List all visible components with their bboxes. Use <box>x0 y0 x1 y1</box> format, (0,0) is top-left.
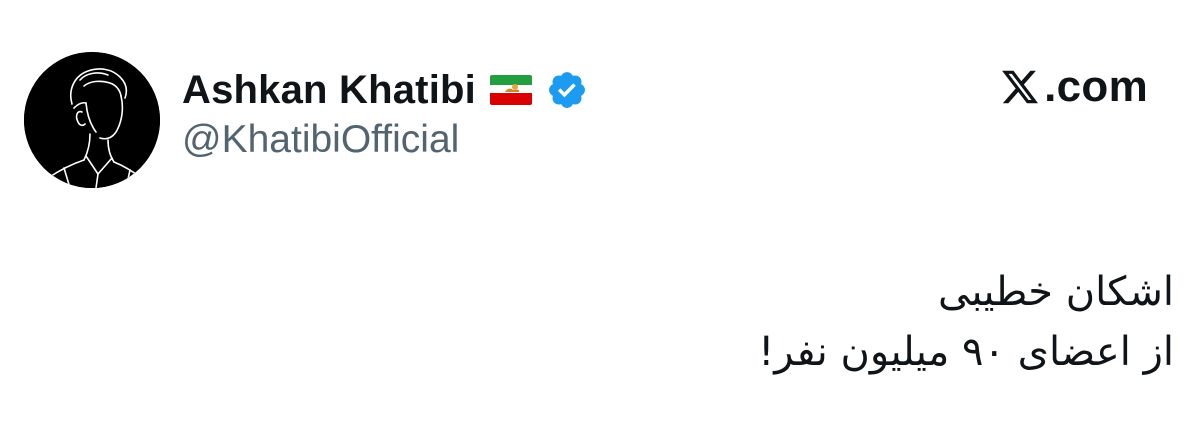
tweet-line: اشکان خطیبی <box>937 269 1174 315</box>
tweet-line: از اعضای ۹۰ میلیون نفر! <box>758 329 1174 375</box>
x-brand[interactable]: .com <box>1000 62 1148 112</box>
author-handle[interactable]: @KhatibiOfficial <box>182 118 459 162</box>
avatar[interactable] <box>24 52 160 188</box>
tweet-card: Ashkan Khatibi @KhatibiOfficial .com اشک… <box>0 0 1200 439</box>
author-name-row: Ashkan Khatibi <box>182 64 588 116</box>
iran-flag-icon <box>489 75 532 105</box>
x-logo-icon <box>1000 67 1040 107</box>
avatar-line-drawing-icon <box>24 52 160 188</box>
brand-domain: .com <box>1044 62 1148 111</box>
verified-badge-icon[interactable] <box>546 69 588 111</box>
tweet-text: اشکان خطیبی از اعضای ۹۰ میلیون نفر! <box>274 262 1174 382</box>
author-display-name[interactable]: Ashkan Khatibi <box>182 68 476 113</box>
